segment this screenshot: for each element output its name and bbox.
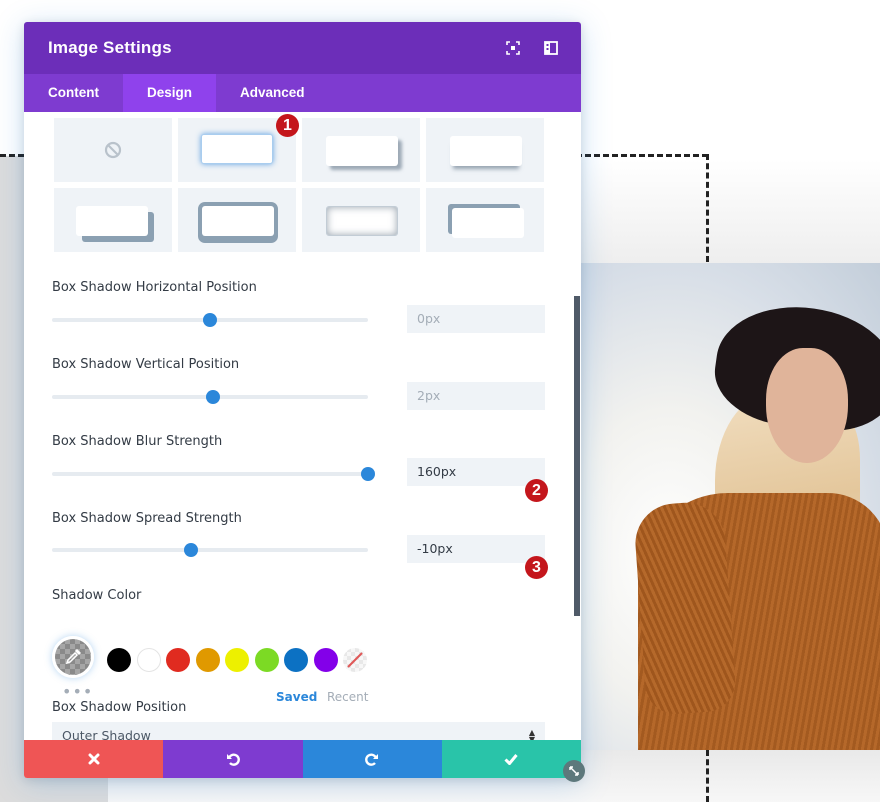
settings-body: 1 Box Shadow Horizontal Position 0px Box… <box>24 112 581 740</box>
tab-advanced[interactable]: Advanced <box>216 74 329 112</box>
palette-tab-saved[interactable]: Saved <box>276 690 317 704</box>
settings-tabs: Content Design Advanced <box>24 74 581 112</box>
shadow-position-label: Box Shadow Position <box>52 700 187 715</box>
shadow-position-value: Outer Shadow <box>62 728 151 740</box>
redo-icon <box>365 753 379 766</box>
vertical-position-slider[interactable] <box>52 390 368 404</box>
slider-knob[interactable] <box>361 467 375 481</box>
preset-box <box>201 134 273 164</box>
no-shadow-icon <box>104 141 122 159</box>
modal-resize-handle[interactable] <box>563 760 585 782</box>
box-shadow-presets <box>54 118 544 252</box>
swatch-purple[interactable] <box>314 648 338 672</box>
color-picker-button[interactable] <box>52 636 94 678</box>
horizontal-position-label: Box Shadow Horizontal Position <box>52 280 257 295</box>
swatch-blue[interactable] <box>284 648 308 672</box>
eyedropper-icon <box>65 649 81 665</box>
blur-strength-input[interactable]: 160px <box>407 458 545 486</box>
blur-strength-label: Box Shadow Blur Strength <box>52 434 223 449</box>
image-face <box>766 348 848 463</box>
spread-strength-slider[interactable] <box>52 543 368 557</box>
preset-box <box>202 206 274 236</box>
swatch-green[interactable] <box>255 648 279 672</box>
horizontal-position-input[interactable]: 0px <box>407 305 545 333</box>
cancel-button[interactable] <box>24 740 164 778</box>
tab-content[interactable]: Content <box>24 74 123 112</box>
modal-header: Image Settings <box>24 22 581 74</box>
annotation-badge-2: 2 <box>525 479 548 502</box>
redo-button[interactable] <box>302 740 442 778</box>
row-outline-right <box>706 154 709 262</box>
spread-strength-input[interactable]: -10px <box>407 535 545 563</box>
resize-icon <box>569 766 579 776</box>
undo-button[interactable] <box>163 740 303 778</box>
blur-strength-slider[interactable] <box>52 467 375 481</box>
undo-icon <box>226 753 240 766</box>
preset-solid-bottom-right[interactable] <box>54 188 172 252</box>
preset-box <box>452 208 524 238</box>
shadow-color-label: Shadow Color <box>52 588 142 603</box>
preset-solid-outline[interactable] <box>178 188 296 252</box>
preset-solid-top-left[interactable] <box>426 188 544 252</box>
swatch-transparent[interactable] <box>343 648 367 672</box>
modal-title: Image Settings <box>48 38 172 57</box>
spread-strength-label: Box Shadow Spread Strength <box>52 511 242 526</box>
page-gradient <box>580 160 880 265</box>
swatch-yellow[interactable] <box>225 648 249 672</box>
close-icon <box>88 753 100 765</box>
preset-box <box>326 136 398 166</box>
preset-none[interactable] <box>54 118 172 182</box>
preset-box <box>326 206 398 236</box>
preset-inset[interactable] <box>302 188 420 252</box>
shadow-position-select[interactable]: Outer Shadow ▲ ▼ <box>52 722 545 740</box>
check-icon <box>504 754 519 765</box>
horizontal-position-slider[interactable] <box>52 313 368 327</box>
slider-knob[interactable] <box>203 313 217 327</box>
swatch-white[interactable] <box>137 648 161 672</box>
image-arm <box>632 500 738 716</box>
preset-drop-bottom[interactable] <box>426 118 544 182</box>
annotation-badge-3: 3 <box>525 556 548 579</box>
image-settings-modal: Image Settings Content Design Advanced 1… <box>24 22 581 778</box>
more-colors-button[interactable]: ••• <box>62 684 93 700</box>
preset-box <box>450 136 522 166</box>
swatch-orange[interactable] <box>196 648 220 672</box>
slider-knob[interactable] <box>184 543 199 557</box>
vertical-position-input[interactable]: 2px <box>407 382 545 410</box>
swatch-black[interactable] <box>107 648 131 672</box>
select-arrows-icon: ▲ ▼ <box>528 728 535 741</box>
preset-box <box>76 206 148 236</box>
split-view-icon[interactable] <box>544 40 558 55</box>
preset-drop-bottom-right[interactable] <box>302 118 420 182</box>
preview-image[interactable] <box>580 263 880 750</box>
tab-design[interactable]: Design <box>123 74 217 112</box>
swatch-red[interactable] <box>166 648 190 672</box>
expand-icon[interactable] <box>506 40 520 55</box>
slider-knob[interactable] <box>206 390 221 404</box>
save-button[interactable] <box>441 740 581 778</box>
annotation-badge-1: 1 <box>276 114 299 137</box>
modal-footer <box>24 740 581 778</box>
transparent-slash-icon <box>347 652 363 668</box>
vertical-position-label: Box Shadow Vertical Position <box>52 357 240 372</box>
row-outline-right-lower <box>706 750 709 802</box>
settings-scrollbar[interactable] <box>574 296 580 616</box>
palette-tab-recent[interactable]: Recent <box>327 690 368 704</box>
